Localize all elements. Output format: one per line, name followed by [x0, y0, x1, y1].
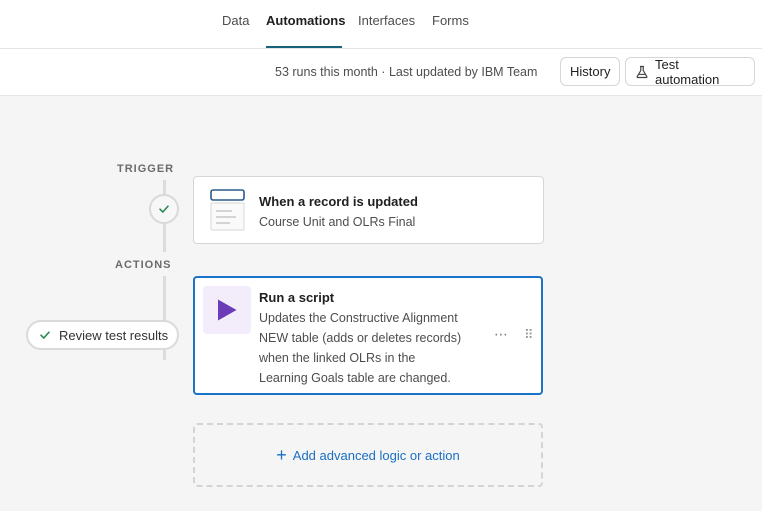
plus-icon: + [276, 445, 287, 465]
trigger-title: When a record is updated [259, 194, 418, 209]
action-description-line: Learning Goals table are changed. [259, 371, 451, 385]
test-automation-label: Test automation [655, 56, 720, 87]
trigger-subtitle: Course Unit and OLRs Final [259, 215, 416, 229]
tab-forms[interactable]: Forms [432, 13, 469, 28]
history-button[interactable]: History [560, 57, 621, 86]
history-button-label: History [570, 64, 611, 79]
run-stats-text: 53 runs this month · Last updated by IBM… [275, 65, 538, 79]
action-description-line: NEW table (adds or deletes records) [259, 331, 462, 345]
top-nav: Data Automations Interfaces Forms [0, 0, 762, 49]
review-test-results-button[interactable]: Review test results [26, 320, 179, 350]
tab-data[interactable]: Data [222, 13, 249, 28]
play-script-icon [203, 286, 251, 334]
check-icon [158, 203, 170, 215]
check-icon [39, 329, 51, 341]
tab-interfaces[interactable]: Interfaces [358, 13, 415, 28]
automation-toolbar: 53 runs this month · Last updated by IBM… [0, 49, 762, 96]
tab-automations[interactable]: Automations [266, 13, 345, 28]
test-automation-button[interactable]: Test automation [625, 56, 755, 87]
action-card-run-script[interactable]: Run a script Updates the Constructive Al… [193, 276, 543, 395]
record-form-icon [210, 189, 246, 231]
actions-section-label: ACTIONS [115, 259, 172, 271]
active-tab-indicator [266, 46, 342, 48]
review-test-results-label: Review test results [59, 327, 169, 343]
action-description: Updates the Constructive Alignment NEW t… [259, 308, 484, 388]
add-advanced-logic-button[interactable]: + Add advanced logic or action [193, 423, 543, 487]
flask-icon [635, 65, 649, 79]
trigger-section-label: TRIGGER [117, 163, 175, 175]
action-description-line: when the linked OLRs in the [259, 351, 416, 365]
more-options-icon[interactable]: ⋯ [494, 326, 508, 343]
trigger-card[interactable]: When a record is updated Course Unit and… [193, 176, 544, 244]
trigger-status-indicator [149, 194, 179, 224]
drag-handle-icon[interactable]: ⠿ [524, 327, 534, 343]
add-advanced-logic-label: Add advanced logic or action [292, 447, 460, 463]
action-description-line: Updates the Constructive Alignment [259, 311, 458, 325]
action-title: Run a script [259, 290, 335, 305]
